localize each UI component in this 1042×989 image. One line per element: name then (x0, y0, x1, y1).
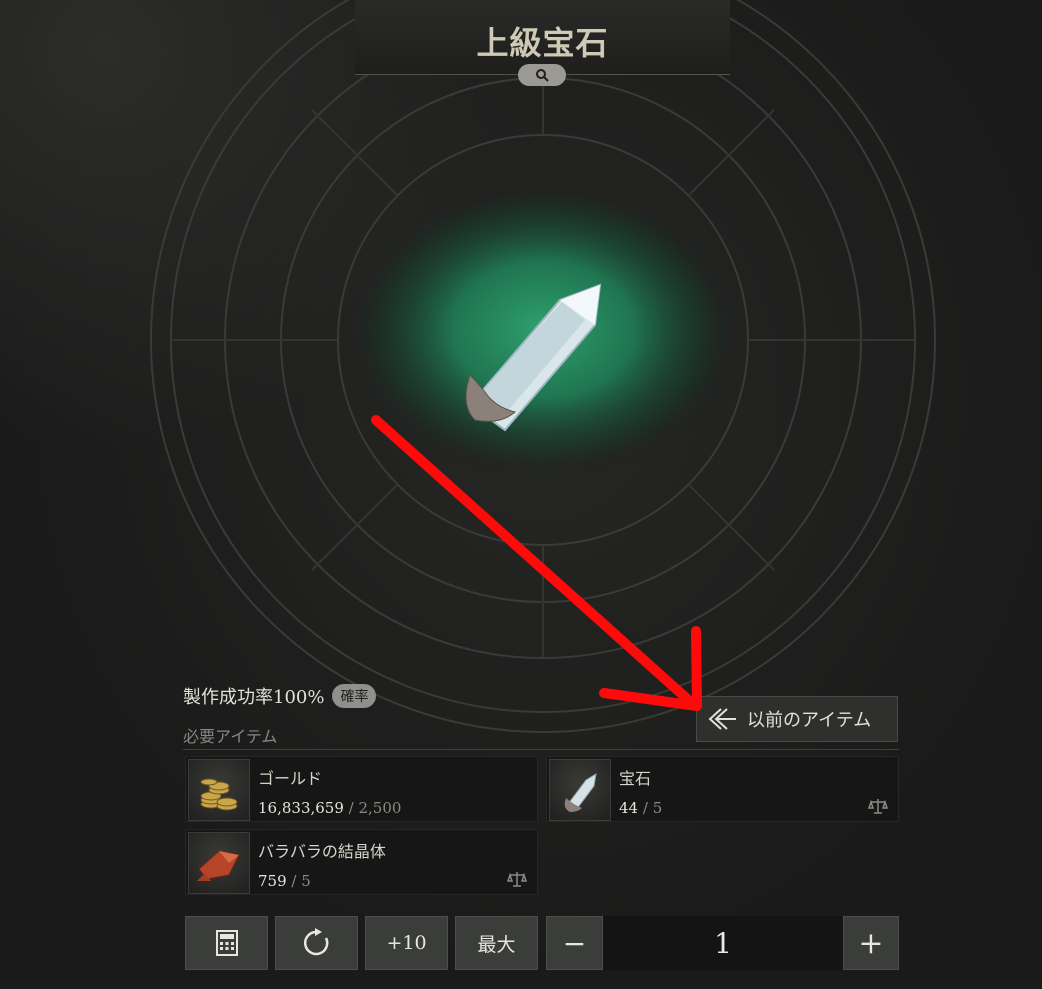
refresh-icon (303, 928, 328, 956)
calculator-icon (215, 930, 238, 956)
probability-badge[interactable]: 確率 (332, 684, 377, 708)
material-name: バラバラの結晶体 (258, 842, 386, 861)
increment-button[interactable]: + (843, 916, 899, 970)
success-rate-text: 製作成功率100% (183, 687, 325, 708)
search-icon (536, 69, 549, 82)
gold-coins-icon (188, 759, 250, 821)
plus-ten-button[interactable]: +10 (365, 916, 448, 970)
previous-item-button[interactable]: 以前のアイテム (696, 696, 898, 742)
scale-icon (507, 872, 527, 887)
required-items-label: 必要アイテム (183, 727, 278, 746)
scale-icon (868, 799, 888, 814)
reset-button[interactable] (275, 916, 358, 970)
red-crystal-icon (188, 832, 250, 894)
calculator-button[interactable] (185, 916, 268, 970)
divider (183, 749, 899, 750)
arrow-left-icon (708, 708, 736, 730)
previous-item-label: 以前のアイテム (747, 710, 872, 731)
material-count: 44 / 5 (619, 799, 663, 817)
material-crystal[interactable]: バラバラの結晶体 759 / 5 (185, 829, 538, 895)
gem-icon (549, 759, 611, 821)
success-rate: 製作成功率100% 確率 (183, 683, 377, 709)
material-gold[interactable]: ゴールド 16,833,659 / 2,500 (185, 756, 538, 822)
material-gem[interactable]: 宝石 44 / 5 (546, 756, 899, 822)
max-button[interactable]: 最大 (455, 916, 538, 970)
material-name: 宝石 (619, 769, 652, 788)
material-count: 759 / 5 (258, 872, 311, 890)
page-title: 上級宝石 (476, 24, 609, 62)
quantity-field[interactable]: 1 (603, 916, 843, 970)
search-button[interactable] (518, 64, 566, 86)
material-name: ゴールド (258, 769, 323, 788)
decrement-button[interactable]: − (546, 916, 603, 970)
material-count: 16,833,659 / 2,500 (258, 799, 402, 817)
